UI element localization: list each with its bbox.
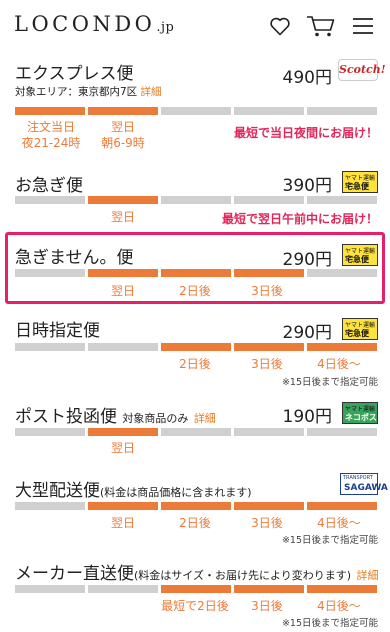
delivery-label: 4日後〜 [317,357,361,371]
shipping-option-post[interactable]: ポスト投函便 対象商品のみ 詳細 190円 ヤマト運輸 ネコポス 翌日 [0,392,390,458]
bar-segment-active [15,107,85,115]
shipping-option-no-rush[interactable]: 急ぎません。便 290円 ヤマト運輸 宅急便 翌日 2日後 3日後 [0,236,390,302]
bar-segment-inactive [307,428,377,436]
bar-segment-inactive [234,196,304,204]
bar-segment-inactive [15,269,85,277]
bar-segment-active [161,502,231,510]
bar-segment-inactive [234,107,304,115]
option-name: 急ぎません。便 [15,248,134,268]
detail-link[interactable]: 詳細 [141,86,162,98]
carrier-logo-yamato: ヤマト運輸 宅急便 [342,171,378,193]
delivery-label: 翌日 [110,441,135,455]
bar-segment-inactive [234,428,304,436]
carrier-logo-scotch: Scotch! [338,59,386,81]
delivery-label: 翌日 [110,284,135,298]
delivery-label: 4日後〜 [317,516,361,530]
delivery-label: 3日後 [251,357,283,371]
delivery-label: 翌日 [110,210,135,224]
delivery-bar [15,428,377,436]
bar-segment-inactive [15,585,85,593]
delivery-label: 3日後 [251,516,283,530]
bar-segment-active [161,585,231,593]
bar-segment-active [234,343,304,351]
bar-segment-active [88,196,158,204]
designation-note: ※15日後まで指定可能 [281,377,378,388]
delivery-label: 最短で2日後 [161,599,229,613]
option-price: 490円 [282,68,332,88]
target-area-note: 対象エリア：東京都内7区 詳細 [15,86,162,98]
locondo-logo[interactable]: LOCONDO.jp [14,12,174,36]
menu-icon[interactable] [351,14,375,38]
shipping-option-large[interactable]: 大型配送便(料金は商品価格に含まれます) TRANSPORT SAGAWA 翌日 … [0,468,390,548]
designation-note: ※15日後まで指定可能 [281,618,378,629]
option-price: 190円 [282,407,332,427]
heart-icon[interactable] [268,14,292,38]
option-name: メーカー直送便(料金はサイズ・お届け先により変わります) 詳細 [15,564,379,584]
bar-segment-inactive [15,196,85,204]
bar-segment-inactive [15,428,85,436]
delivery-label: 2日後 [179,284,211,298]
delivery-label: 3日後 [251,284,283,298]
option-price: 290円 [282,323,332,343]
bar-segment-active [161,343,231,351]
shipping-option-rush[interactable]: お急ぎ便 390円 ヤマト運輸 宅急便 翌日 最短で翌日午前中にお届け！ [0,168,390,232]
option-name: エクスプレス便 [15,64,134,84]
delivery-label: 翌日 朝6-9時 [101,120,145,150]
delivery-label: 3日後 [251,599,283,613]
delivery-label: 2日後 [179,357,211,371]
bar-segment-active [88,428,158,436]
delivery-bar [15,196,377,204]
cart-icon[interactable] [306,14,336,38]
delivery-bar [15,269,377,277]
delivery-label: 2日後 [179,516,211,530]
bar-segment-inactive [161,196,231,204]
bar-segment-active [307,502,377,510]
bar-segment-inactive [307,107,377,115]
delivery-bar [15,343,377,351]
bar-segment-inactive [161,428,231,436]
bar-segment-active [88,502,158,510]
bar-segment-inactive [161,107,231,115]
bar-segment-active [234,502,304,510]
option-name: 日時指定便 [15,321,100,341]
detail-link[interactable]: 詳細 [194,412,216,425]
header: LOCONDO.jp [0,0,390,52]
bar-segment-inactive [307,269,377,277]
bar-segment-active [307,343,377,351]
designation-note: ※15日後まで指定可能 [281,535,378,546]
bar-segment-active [234,585,304,593]
bar-segment-inactive [15,343,85,351]
option-name: ポスト投函便 対象商品のみ 詳細 [15,407,216,427]
option-name: お急ぎ便 [15,176,83,196]
bar-segment-active [234,269,304,277]
carrier-logo-yamato: ヤマト運輸 宅急便 [342,244,378,266]
bar-segment-inactive [88,343,158,351]
bar-segment-active [161,269,231,277]
bar-segment-active [307,585,377,593]
carrier-logo-yamato: ヤマト運輸 宅急便 [342,318,378,340]
bar-segment-inactive [307,196,377,204]
option-price: 390円 [282,176,332,196]
bar-segment-active [88,269,158,277]
carrier-logo-nekopos: ヤマト運輸 ネコポス [342,402,378,424]
carrier-logo-sagawa: TRANSPORT SAGAWA [340,473,388,495]
option-name: 大型配送便(料金は商品価格に含まれます) [15,481,252,501]
delivery-bar [15,107,377,115]
delivery-bar [15,502,377,510]
shipping-option-time-designated[interactable]: 日時指定便 290円 ヤマト運輸 宅急便 2日後 3日後 4日後〜 ※15日後まで… [0,312,390,390]
promo-text: 最短で翌日午前中にお届け！ [221,212,378,226]
shipping-option-express[interactable]: エクスプレス便 対象エリア：東京都内7区 詳細 490円 Scotch! 注文当… [0,56,390,168]
delivery-label: 注文当日 夜21-24時 [21,120,81,150]
bar-segment-inactive [15,502,85,510]
detail-link[interactable]: 詳細 [356,569,378,582]
delivery-bar [15,585,377,593]
delivery-label: 4日後〜 [317,599,361,613]
promo-text: 最短で当日夜間にお届け！ [233,126,378,140]
delivery-label: 翌日 [110,516,135,530]
bar-segment-inactive [88,585,158,593]
option-price: 290円 [282,250,332,270]
bar-segment-active [88,107,158,115]
shipping-option-maker-direct[interactable]: メーカー直送便(料金はサイズ・お届け先により変わります) 詳細 最短で2日後 3… [0,552,390,632]
